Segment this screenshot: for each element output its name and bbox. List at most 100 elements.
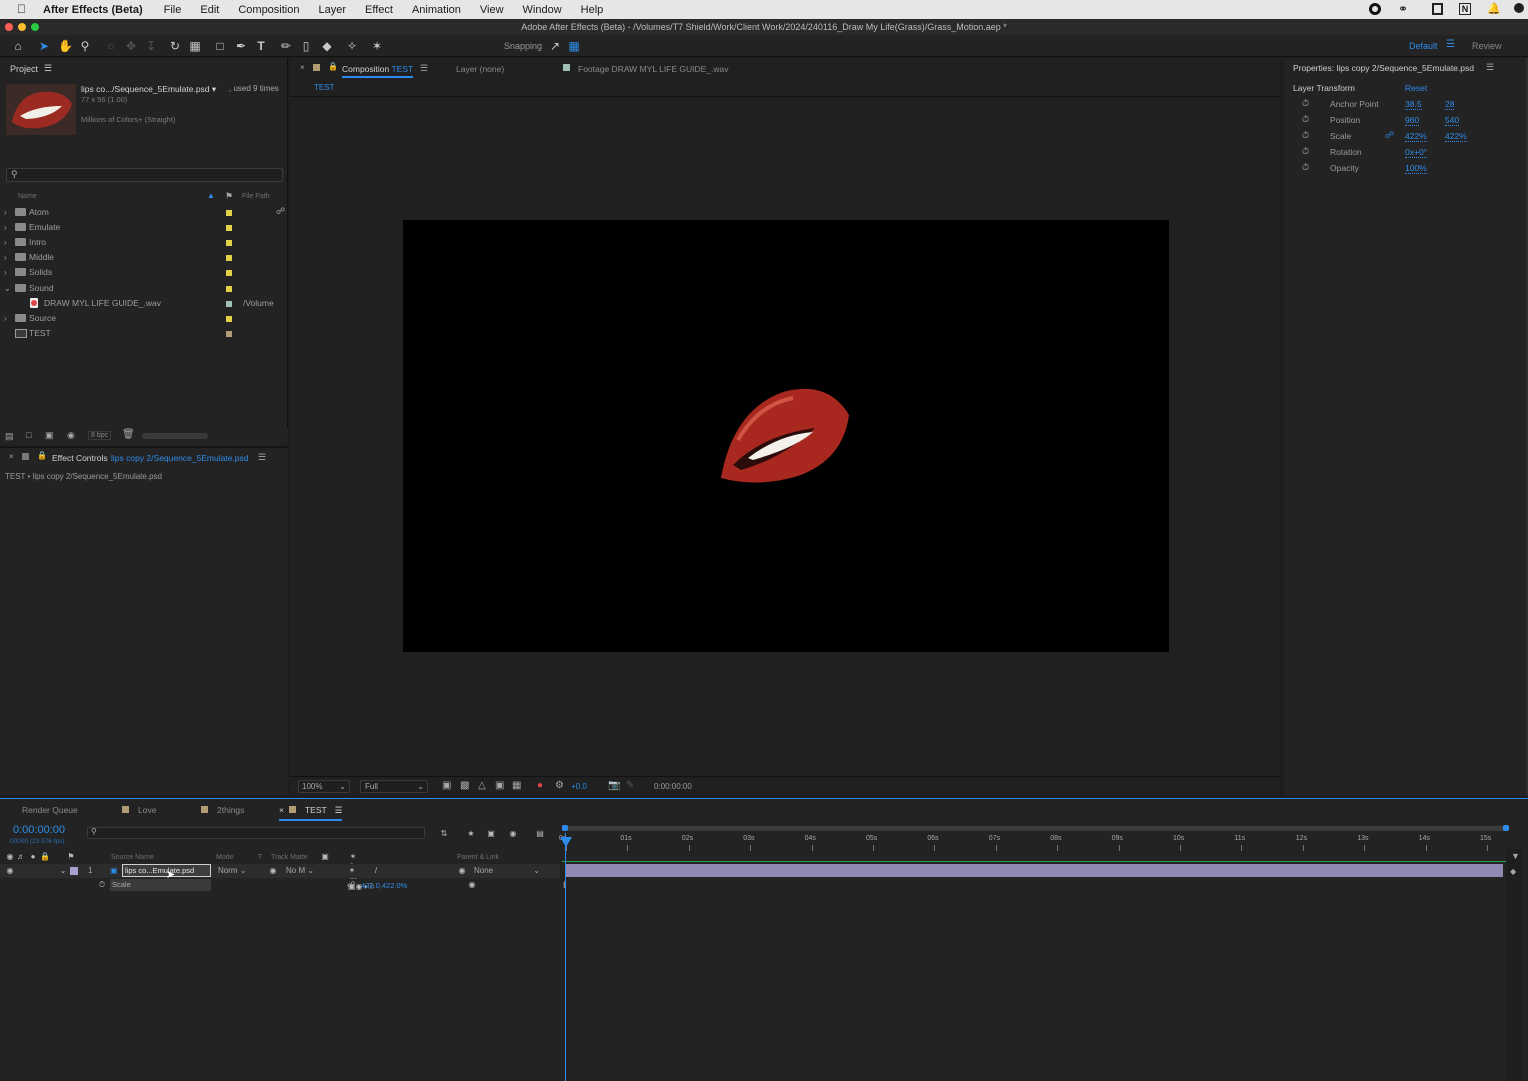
menu-edit[interactable]: Edit <box>200 4 219 16</box>
project-item[interactable]: TEST <box>0 326 287 341</box>
draft-3d-icon[interactable]: ★ <box>466 829 476 839</box>
panel-menu-icon[interactable]: ☰ <box>258 452 266 463</box>
puppet-tool-icon[interactable]: ✶ <box>370 39 384 53</box>
property-value-1[interactable]: 0x+0° <box>1405 147 1428 158</box>
comp-flowchart-icon[interactable]: ⇅ <box>439 829 449 839</box>
panel-menu-icon[interactable]: ☰ <box>420 63 428 74</box>
channel-icon[interactable]: ● <box>537 780 543 791</box>
timeline-timecode[interactable]: 0:00:00:00 <box>13 824 65 836</box>
timeline-tab[interactable]: 2things <box>201 805 244 815</box>
effect-controls-layer[interactable]: lips copy 2/Sequence_5Emulate.psd <box>111 453 249 463</box>
menu-help[interactable]: Help <box>581 4 604 16</box>
rectangle-tool-icon[interactable]: □ <box>213 39 227 53</box>
selection-tool-icon[interactable]: ➤ <box>37 39 51 53</box>
shy-icon[interactable]: ▣ <box>320 852 330 862</box>
property-value-1[interactable]: 422% <box>1405 131 1427 142</box>
expression-pickwhip-icon[interactable]: ◉ <box>467 880 477 890</box>
dolly-tool-icon[interactable]: ↧ <box>144 39 158 53</box>
label-color[interactable] <box>226 285 232 292</box>
parent-dropdown[interactable]: None ⌄ <box>474 866 542 875</box>
menu-composition[interactable]: Composition <box>238 4 299 16</box>
exposure-value[interactable]: +0.0 <box>571 782 587 791</box>
solo-switch-icon[interactable]: ● <box>28 852 38 862</box>
transparency-grid-icon[interactable]: ▩ <box>460 780 469 791</box>
project-item[interactable]: › Atom <box>0 205 287 220</box>
menu-file[interactable]: File <box>164 4 182 16</box>
notion-icon[interactable]: N <box>1459 3 1471 15</box>
project-item[interactable]: › Intro <box>0 235 287 250</box>
column-file-path[interactable]: File Path <box>242 193 270 200</box>
label-color[interactable] <box>226 210 232 216</box>
label-icon[interactable]: ⚑ <box>66 852 76 862</box>
stopwatch-icon[interactable]: ⏱ <box>1302 98 1309 109</box>
rotation-tool-icon[interactable]: ↻ <box>168 39 182 53</box>
layer-row[interactable]: ◉ ⌄ 1 ▣ lips co...Emulate.psd ➤ Norm ⌄ ◉… <box>0 864 560 881</box>
panel-menu-icon[interactable]: ☰ <box>44 63 52 74</box>
pan-tool-icon[interactable]: ✥ <box>124 39 138 53</box>
label-column-icon[interactable]: ⚑ <box>225 191 233 202</box>
stopwatch-icon[interactable]: ⏱ <box>1302 114 1309 125</box>
snapshot-icon[interactable]: 📷 <box>608 780 620 791</box>
menu-extra-icon[interactable] <box>1514 3 1524 13</box>
show-snapshot-icon[interactable]: ✎ <box>626 780 634 791</box>
layer-label-color[interactable] <box>70 867 78 875</box>
label-color[interactable] <box>226 315 232 322</box>
column-name[interactable]: Name <box>18 193 37 200</box>
zoom-tool-icon[interactable]: ⚲ <box>78 39 92 53</box>
menu-effect[interactable]: Effect <box>365 4 393 16</box>
region-of-interest-icon[interactable]: ▣ <box>495 780 504 791</box>
label-color[interactable] <box>226 255 232 262</box>
trash-icon[interactable]: 🗑 <box>122 429 135 440</box>
quality-switch-icon[interactable]: / <box>371 866 381 876</box>
property-value-2[interactable]: 28 <box>1445 99 1455 110</box>
workspace-menu-icon[interactable]: ☰ <box>1446 39 1455 50</box>
property-value-1[interactable]: 960 <box>1405 115 1420 126</box>
project-item[interactable]: ⌄ Sound <box>0 281 287 296</box>
property-value-1[interactable]: 100% <box>1405 163 1427 174</box>
sidebar-icon[interactable] <box>1432 3 1443 15</box>
effect-controls-label[interactable]: Effect Controls <box>52 453 108 463</box>
project-scrollbar[interactable] <box>142 433 208 439</box>
collapse-arrow-icon[interactable]: ⌄ <box>4 281 11 296</box>
project-panel-title[interactable]: Project <box>10 64 38 74</box>
type-tool-icon[interactable]: T <box>254 39 268 53</box>
snap-edges-icon[interactable]: ↗ <box>548 39 562 53</box>
notification-icon[interactable]: 🔔 <box>1487 2 1501 15</box>
stopwatch-icon[interactable]: ⏱ <box>1302 146 1309 157</box>
expand-arrow-icon[interactable]: › <box>4 235 7 250</box>
exposure-reset-icon[interactable]: ⚙ <box>555 780 564 791</box>
track-area[interactable] <box>562 879 1506 1081</box>
resolution-dropdown[interactable]: Full ⌄ <box>360 780 428 793</box>
close-window-button[interactable] <box>5 23 13 31</box>
scale-value[interactable]: 422.0,422.0% <box>361 881 407 890</box>
column-parent-link[interactable]: Parent & Link <box>457 854 499 861</box>
pan-behind-tool-icon[interactable]: ▦ <box>188 39 202 53</box>
hand-tool-icon[interactable]: ✋ <box>58 39 73 53</box>
timeline-tab[interactable]: Render Queue <box>22 805 78 815</box>
expand-arrow-icon[interactable]: › <box>4 265 7 280</box>
reset-button[interactable]: Reset <box>1405 83 1427 93</box>
label-color[interactable] <box>226 225 232 232</box>
panel-menu-icon[interactable]: ☰ <box>1486 62 1494 73</box>
property-value-2[interactable]: 422% <box>1445 131 1467 142</box>
brush-tool-icon[interactable]: ✏ <box>279 39 293 53</box>
collapse-switch-icon[interactable]: ✶ <box>347 866 357 876</box>
project-item[interactable]: › Source <box>0 311 287 326</box>
menu-animation[interactable]: Animation <box>412 4 461 16</box>
label-color[interactable] <box>226 270 232 277</box>
mask-visibility-icon[interactable]: △ <box>478 780 486 791</box>
minimize-window-button[interactable] <box>18 23 26 31</box>
timeline-search-input[interactable]: ⚲ <box>87 827 425 839</box>
lock-icon[interactable]: 🔒 <box>328 62 338 71</box>
orbit-tool-icon[interactable]: ○ <box>104 39 118 53</box>
stopwatch-icon[interactable]: ⏱ <box>97 880 107 890</box>
stopwatch-icon[interactable]: ⏱ <box>1302 162 1309 173</box>
work-area-end-icon[interactable] <box>1503 825 1509 831</box>
snap-grid-icon[interactable]: ▦ <box>567 39 581 53</box>
track-matte-dropdown[interactable]: No M ⌄ <box>286 866 314 875</box>
property-value-1[interactable]: 38.5 <box>1405 99 1422 110</box>
constrain-proportions-icon[interactable]: ☍ <box>1385 130 1394 141</box>
fast-previews-icon[interactable]: ▣ <box>442 780 451 791</box>
zoom-window-button[interactable] <box>31 23 39 31</box>
menu-view[interactable]: View <box>480 4 504 16</box>
